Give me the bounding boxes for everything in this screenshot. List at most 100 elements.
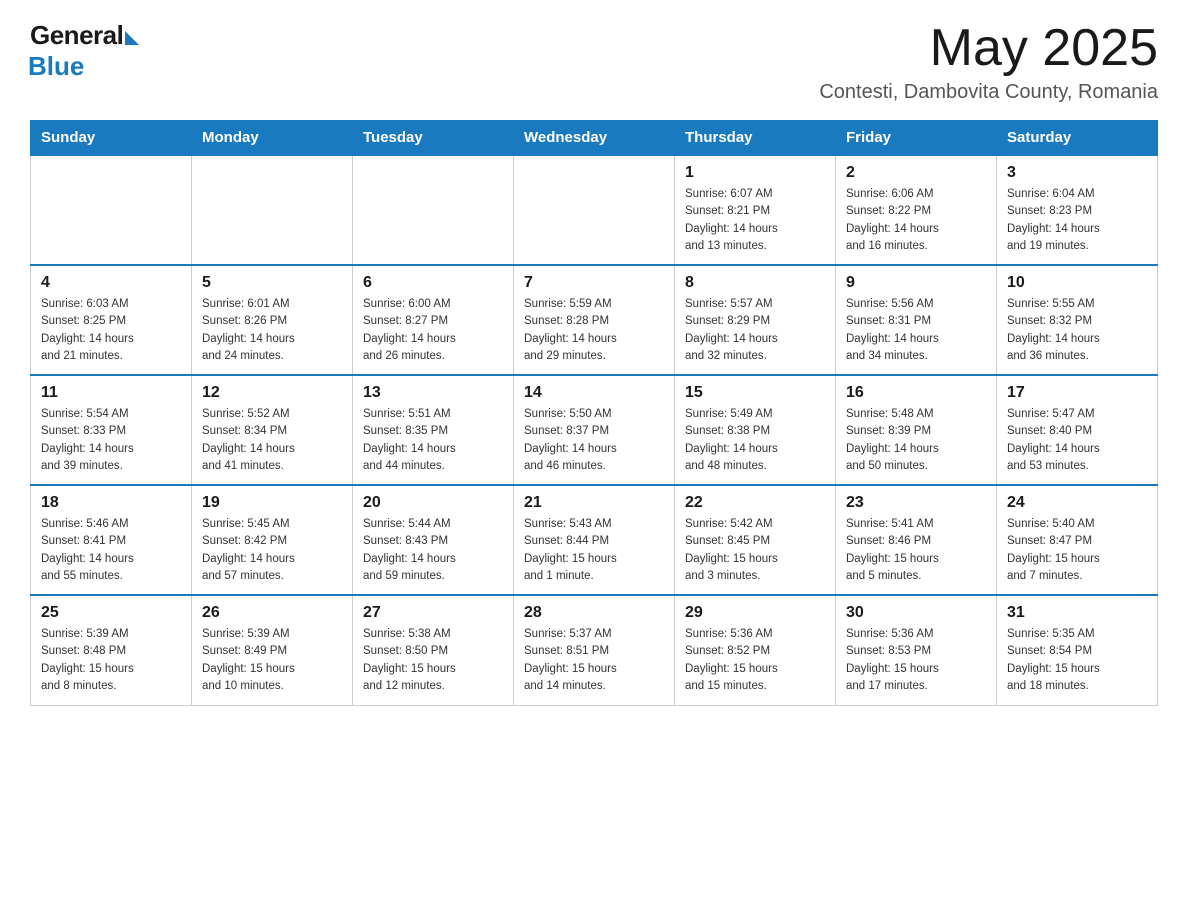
day-info: Sunrise: 5:38 AM Sunset: 8:50 PM Dayligh… (363, 626, 503, 695)
day-number: 31 (1007, 604, 1147, 622)
title-section: May 2025 Contesti, Dambovita County, Rom… (819, 20, 1158, 104)
calendar-cell: 7Sunrise: 5:59 AM Sunset: 8:28 PM Daylig… (514, 265, 675, 375)
day-info: Sunrise: 5:54 AM Sunset: 8:33 PM Dayligh… (41, 406, 181, 475)
calendar-cell: 15 Sunrise: 5:49 AM Sunset: 8:38 PM Dayli… (675, 375, 836, 485)
day-number: 3 (1007, 164, 1147, 182)
calendar-cell: 6Sunrise: 6:00 AM Sunset: 8:27 PM Daylig… (353, 265, 514, 375)
logo-blue-text: Blue (28, 51, 84, 82)
logo: General Blue (30, 20, 139, 82)
calendar-cell: 1 Sunrise: 6:07 AM Sunset: 8:21 PM Daylig… (675, 155, 836, 265)
day-number: 10 (1007, 274, 1147, 292)
calendar-cell: 21 Sunrise: 5:43 AM Sunset: 8:44 PM Dayli… (514, 485, 675, 595)
calendar-cell: 4 Sunrise: 6:03 AM Sunset: 8:25 PM Daylig… (31, 265, 192, 375)
calendar-cell: 25 Sunrise: 5:39 AM Sunset: 8:48 PM Dayli… (31, 595, 192, 705)
calendar-week-row: 18 Sunrise: 5:46 AM Sunset: 8:41 PM Dayli… (31, 485, 1158, 595)
calendar-cell: 20 Sunrise: 5:44 AM Sunset: 8:43 PM Dayli… (353, 485, 514, 595)
day-info: Sunrise: 5:56 AM Sunset: 8:31 PM Dayligh… (846, 296, 986, 365)
day-number: 14 (524, 384, 664, 402)
calendar-cell: 17Sunrise: 5:47 AM Sunset: 8:40 PM Dayli… (997, 375, 1158, 485)
day-info: Sunrise: 5:39 AM Sunset: 8:49 PM Dayligh… (202, 626, 342, 695)
day-number: 19 (202, 494, 342, 512)
day-info: Sunrise: 5:48 AM Sunset: 8:39 PM Dayligh… (846, 406, 986, 475)
calendar-cell: 9 Sunrise: 5:56 AM Sunset: 8:31 PM Daylig… (836, 265, 997, 375)
day-number: 7 (524, 274, 664, 292)
day-info: Sunrise: 5:49 AM Sunset: 8:38 PM Dayligh… (685, 406, 825, 475)
day-info: Sunrise: 5:36 AM Sunset: 8:53 PM Dayligh… (846, 626, 986, 695)
calendar-cell: 29 Sunrise: 5:36 AM Sunset: 8:52 PM Dayli… (675, 595, 836, 705)
day-number: 12 (202, 384, 342, 402)
day-number: 2 (846, 164, 986, 182)
calendar-cell: 16 Sunrise: 5:48 AM Sunset: 8:39 PM Dayli… (836, 375, 997, 485)
day-number: 30 (846, 604, 986, 622)
day-info: Sunrise: 5:43 AM Sunset: 8:44 PM Dayligh… (524, 516, 664, 585)
day-number: 13 (363, 384, 503, 402)
day-info: Sunrise: 5:41 AM Sunset: 8:46 PM Dayligh… (846, 516, 986, 585)
calendar-cell: 23 Sunrise: 5:41 AM Sunset: 8:46 PM Dayli… (836, 485, 997, 595)
day-info: Sunrise: 5:36 AM Sunset: 8:52 PM Dayligh… (685, 626, 825, 695)
day-number: 21 (524, 494, 664, 512)
day-info: Sunrise: 5:50 AM Sunset: 8:37 PM Dayligh… (524, 406, 664, 475)
calendar-cell: 11 Sunrise: 5:54 AM Sunset: 8:33 PM Dayli… (31, 375, 192, 485)
day-info: Sunrise: 5:55 AM Sunset: 8:32 PM Dayligh… (1007, 296, 1147, 365)
day-number: 18 (41, 494, 181, 512)
calendar-cell (31, 155, 192, 265)
day-number: 17 (1007, 384, 1147, 402)
calendar-cell: 14 Sunrise: 5:50 AM Sunset: 8:37 PM Dayli… (514, 375, 675, 485)
day-number: 8 (685, 274, 825, 292)
column-header-monday: Monday (192, 121, 353, 156)
calendar-header-row: SundayMondayTuesdayWednesdayThursdayFrid… (31, 121, 1158, 156)
day-number: 26 (202, 604, 342, 622)
column-header-saturday: Saturday (997, 121, 1158, 156)
day-info: Sunrise: 5:35 AM Sunset: 8:54 PM Dayligh… (1007, 626, 1147, 695)
day-info: Sunrise: 5:40 AM Sunset: 8:47 PM Dayligh… (1007, 516, 1147, 585)
day-info: Sunrise: 5:57 AM Sunset: 8:29 PM Dayligh… (685, 296, 825, 365)
calendar-cell: 12 Sunrise: 5:52 AM Sunset: 8:34 PM Dayli… (192, 375, 353, 485)
day-info: Sunrise: 6:03 AM Sunset: 8:25 PM Dayligh… (41, 296, 181, 365)
calendar-cell (514, 155, 675, 265)
column-header-thursday: Thursday (675, 121, 836, 156)
column-header-tuesday: Tuesday (353, 121, 514, 156)
calendar-cell: 27 Sunrise: 5:38 AM Sunset: 8:50 PM Dayli… (353, 595, 514, 705)
day-info: Sunrise: 6:07 AM Sunset: 8:21 PM Dayligh… (685, 186, 825, 255)
day-number: 20 (363, 494, 503, 512)
day-info: Sunrise: 5:46 AM Sunset: 8:41 PM Dayligh… (41, 516, 181, 585)
logo-triangle-icon (125, 31, 139, 45)
day-number: 15 (685, 384, 825, 402)
day-number: 5 (202, 274, 342, 292)
day-number: 4 (41, 274, 181, 292)
day-number: 28 (524, 604, 664, 622)
day-number: 25 (41, 604, 181, 622)
calendar-cell (353, 155, 514, 265)
calendar-cell: 18 Sunrise: 5:46 AM Sunset: 8:41 PM Dayli… (31, 485, 192, 595)
day-number: 16 (846, 384, 986, 402)
column-header-friday: Friday (836, 121, 997, 156)
day-info: Sunrise: 5:39 AM Sunset: 8:48 PM Dayligh… (41, 626, 181, 695)
day-number: 24 (1007, 494, 1147, 512)
day-number: 9 (846, 274, 986, 292)
calendar-week-row: 25 Sunrise: 5:39 AM Sunset: 8:48 PM Dayli… (31, 595, 1158, 705)
logo-general-text: General (30, 20, 123, 51)
day-number: 1 (685, 164, 825, 182)
calendar-table: SundayMondayTuesdayWednesdayThursdayFrid… (30, 120, 1158, 706)
day-info: Sunrise: 5:37 AM Sunset: 8:51 PM Dayligh… (524, 626, 664, 695)
day-number: 23 (846, 494, 986, 512)
calendar-week-row: 4 Sunrise: 6:03 AM Sunset: 8:25 PM Daylig… (31, 265, 1158, 375)
day-info: Sunrise: 6:04 AM Sunset: 8:23 PM Dayligh… (1007, 186, 1147, 255)
location-subtitle: Contesti, Dambovita County, Romania (819, 81, 1158, 104)
calendar-cell: 28 Sunrise: 5:37 AM Sunset: 8:51 PM Dayli… (514, 595, 675, 705)
calendar-cell: 31 Sunrise: 5:35 AM Sunset: 8:54 PM Dayli… (997, 595, 1158, 705)
day-info: Sunrise: 6:06 AM Sunset: 8:22 PM Dayligh… (846, 186, 986, 255)
day-info: Sunrise: 5:52 AM Sunset: 8:34 PM Dayligh… (202, 406, 342, 475)
calendar-cell: 2 Sunrise: 6:06 AM Sunset: 8:22 PM Daylig… (836, 155, 997, 265)
day-number: 22 (685, 494, 825, 512)
calendar-cell: 13Sunrise: 5:51 AM Sunset: 8:35 PM Dayli… (353, 375, 514, 485)
day-number: 29 (685, 604, 825, 622)
day-info: Sunrise: 5:45 AM Sunset: 8:42 PM Dayligh… (202, 516, 342, 585)
day-number: 11 (41, 384, 181, 402)
day-info: Sunrise: 5:44 AM Sunset: 8:43 PM Dayligh… (363, 516, 503, 585)
day-number: 27 (363, 604, 503, 622)
calendar-cell: 5Sunrise: 6:01 AM Sunset: 8:26 PM Daylig… (192, 265, 353, 375)
calendar-cell: 3 Sunrise: 6:04 AM Sunset: 8:23 PM Daylig… (997, 155, 1158, 265)
calendar-cell (192, 155, 353, 265)
calendar-week-row: 1 Sunrise: 6:07 AM Sunset: 8:21 PM Daylig… (31, 155, 1158, 265)
